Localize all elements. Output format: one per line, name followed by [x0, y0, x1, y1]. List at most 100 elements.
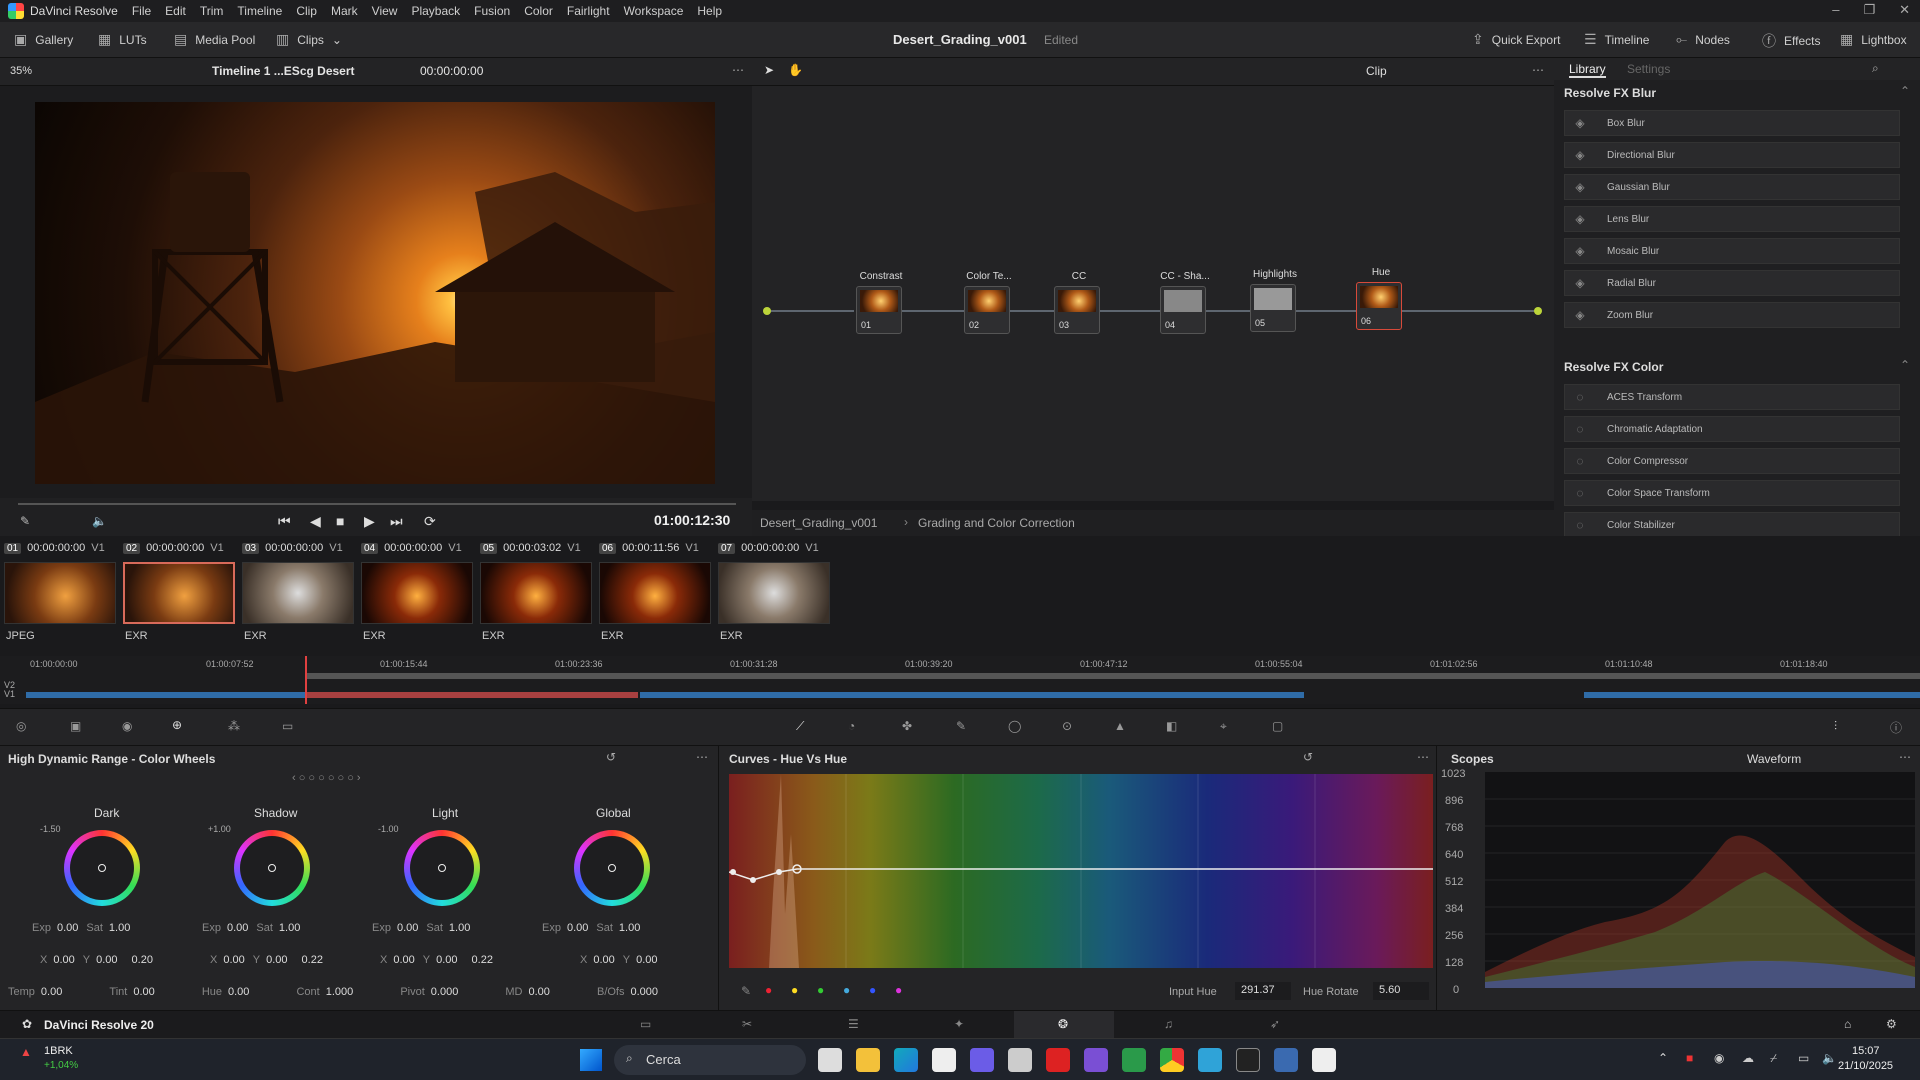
edit-page-icon[interactable]: ☰ — [848, 1017, 859, 1031]
menu-clip[interactable]: Clip — [296, 4, 317, 18]
fx-item[interactable]: ◌ Chromatic Adaptation — [1564, 416, 1900, 442]
sat-value[interactable]: 1.00 — [279, 922, 300, 934]
blue-swatch-icon[interactable]: ● — [869, 983, 876, 997]
home-icon[interactable]: ⌂ — [1844, 1017, 1851, 1031]
wheel-handle[interactable] — [98, 864, 106, 872]
y-value[interactable]: 0.00 — [436, 954, 457, 966]
loop-icon[interactable]: ⟳ — [424, 513, 436, 530]
node-06[interactable]: Hue 06 — [1356, 267, 1402, 330]
fx-item[interactable]: ◌ Color Stabilizer — [1564, 512, 1900, 536]
timeline-name[interactable]: Timeline 1 ...EScg Desert — [212, 64, 355, 78]
clip-mode-select[interactable]: Clip — [1366, 64, 1387, 78]
timeline-clip[interactable] — [640, 692, 1304, 698]
timeline-ruler[interactable]: 01:00:00:00 01:00:07:52 01:00:15:44 01:0… — [0, 656, 1920, 672]
primaries-icon[interactable]: ◉ — [122, 719, 132, 733]
fusion-page-icon[interactable]: ✦ — [954, 1017, 964, 1031]
z-value[interactable]: 0.22 — [472, 954, 493, 966]
quick-export-button[interactable]: ⇪ Quick Export — [1472, 31, 1560, 48]
wheel-handle[interactable] — [438, 864, 446, 872]
more-icon[interactable]: ⋯ — [696, 750, 708, 764]
node-04[interactable]: CC - Sha... 04 — [1160, 271, 1210, 334]
menu-playback[interactable]: Playback — [411, 4, 460, 18]
mini-timeline[interactable]: 01:00:00:00 01:00:07:52 01:00:15:44 01:0… — [0, 656, 1920, 704]
tint-value[interactable]: 0.00 — [133, 986, 154, 998]
cyan-swatch-icon[interactable]: ● — [843, 983, 850, 997]
hue-vs-hue-graph[interactable] — [728, 774, 1433, 968]
clock-date[interactable]: 21/10/2025 — [1838, 1060, 1893, 1072]
tab-settings[interactable]: Settings — [1627, 62, 1670, 76]
menu-fairlight[interactable]: Fairlight — [567, 4, 610, 18]
zone-selector[interactable]: ‹ ○ ○ ○ ○ ○ ○ › — [292, 772, 361, 784]
notepad-icon[interactable] — [1198, 1048, 1222, 1072]
z-value[interactable]: 0.20 — [132, 954, 153, 966]
breadcrumb-project[interactable]: Desert_Grading_v001 — [760, 516, 877, 530]
clip-thumbnail[interactable]: 05 00:00:03:02 V1 EXR — [478, 536, 598, 646]
chrome-icon[interactable] — [1160, 1048, 1184, 1072]
y-value[interactable]: 0.00 — [266, 954, 287, 966]
unreal-icon[interactable] — [1236, 1048, 1260, 1072]
network-icon[interactable]: ▭ — [1798, 1051, 1809, 1065]
media-pool-button[interactable]: ▤ Media Pool — [174, 31, 255, 48]
pointer-icon[interactable]: ➤ — [764, 63, 774, 77]
windows-start-icon[interactable] — [580, 1049, 602, 1071]
close-icon[interactable]: ✕ — [1899, 2, 1910, 18]
chevron-up-icon[interactable]: ⌃ — [1658, 1051, 1668, 1065]
section-title[interactable]: Resolve FX Blur — [1564, 86, 1656, 100]
sat-value[interactable]: 1.00 — [449, 922, 470, 934]
app-icon[interactable] — [1312, 1048, 1336, 1072]
menu-file[interactable]: File — [132, 4, 151, 18]
node-03[interactable]: CC 03 — [1054, 271, 1100, 334]
reset-icon[interactable]: ↺ — [606, 750, 616, 764]
menu-timeline[interactable]: Timeline — [237, 4, 282, 18]
wheel-handle[interactable] — [268, 864, 276, 872]
volume-icon[interactable]: 🔈 — [1822, 1051, 1837, 1065]
clock-time[interactable]: 15:07 — [1852, 1045, 1880, 1057]
play-icon[interactable]: ▶ — [364, 513, 375, 530]
luts-button[interactable]: ▦ LUTs — [98, 31, 147, 48]
stop-icon[interactable]: ■ — [336, 513, 344, 529]
timeline-clip[interactable] — [26, 692, 306, 698]
tracker-icon[interactable]: ⊙ — [1062, 719, 1072, 733]
gallery-button[interactable]: ▣ Gallery — [14, 31, 73, 48]
clip-thumbnail[interactable]: 04 00:00:00:00 V1 EXR — [359, 536, 479, 646]
fx-item[interactable]: ◌ ACES Transform — [1564, 384, 1900, 410]
key-icon[interactable]: ◧ — [1166, 719, 1177, 733]
wheel-handle[interactable] — [608, 864, 616, 872]
menu-color[interactable]: Color — [524, 4, 553, 18]
node-01[interactable]: Constrast 01 — [856, 271, 902, 334]
explorer-icon[interactable] — [856, 1048, 880, 1072]
clip-thumbnail[interactable]: 03 00:00:00:00 V1 EXR — [240, 536, 360, 646]
exp-value[interactable]: 0.00 — [567, 922, 588, 934]
mic-icon[interactable]: ⌿ — [1770, 1051, 1777, 1066]
clips-button[interactable]: ▥ Clips ⌄ — [276, 31, 342, 48]
hdr-wheels-icon[interactable]: ⊕ — [172, 718, 182, 732]
ticker-name[interactable]: 1BRK — [44, 1045, 73, 1057]
fairlight-page-icon[interactable]: ♫ — [1164, 1017, 1173, 1031]
tray-icon[interactable]: ■ — [1686, 1051, 1693, 1065]
fx-item[interactable]: ◈ Mosaic Blur — [1564, 238, 1900, 264]
y-value[interactable]: 0.00 — [96, 954, 117, 966]
timeline-button[interactable]: ☰ Timeline — [1584, 31, 1649, 48]
color-warper-icon[interactable]: ◔ — [848, 719, 855, 733]
scope-mode-select[interactable]: Waveform — [1747, 752, 1801, 766]
exp-value[interactable]: 0.00 — [397, 922, 418, 934]
resolve-taskbar-icon[interactable] — [1274, 1048, 1298, 1072]
rgb-mixer-icon[interactable]: ⁂ — [228, 719, 240, 733]
playhead[interactable] — [305, 656, 307, 704]
menu-mark[interactable]: Mark — [331, 4, 358, 18]
search-box[interactable]: ⌕ Cerca — [614, 1045, 806, 1075]
color-match-icon[interactable]: ▣ — [70, 719, 81, 733]
y-value[interactable]: 0.00 — [636, 954, 657, 966]
clip-thumbnail[interactable]: 07 00:00:00:00 V1 EXR — [716, 536, 836, 646]
scrub-bar[interactable] — [18, 503, 736, 505]
timeline-clip[interactable] — [1584, 692, 1920, 698]
effects-button[interactable]: ⓕ Effects — [1762, 31, 1820, 51]
x-value[interactable]: 0.00 — [53, 954, 74, 966]
fx-item[interactable]: ◌ Color Compressor — [1564, 448, 1900, 474]
hue-value[interactable]: 0.00 — [228, 986, 249, 998]
menu-trim[interactable]: Trim — [200, 4, 224, 18]
3d-icon[interactable]: ▢ — [1272, 719, 1283, 733]
more-icon[interactable]: ⋯ — [1532, 63, 1544, 77]
deliver-page-icon[interactable]: ➶ — [1270, 1017, 1280, 1031]
menu-edit[interactable]: Edit — [165, 4, 186, 18]
